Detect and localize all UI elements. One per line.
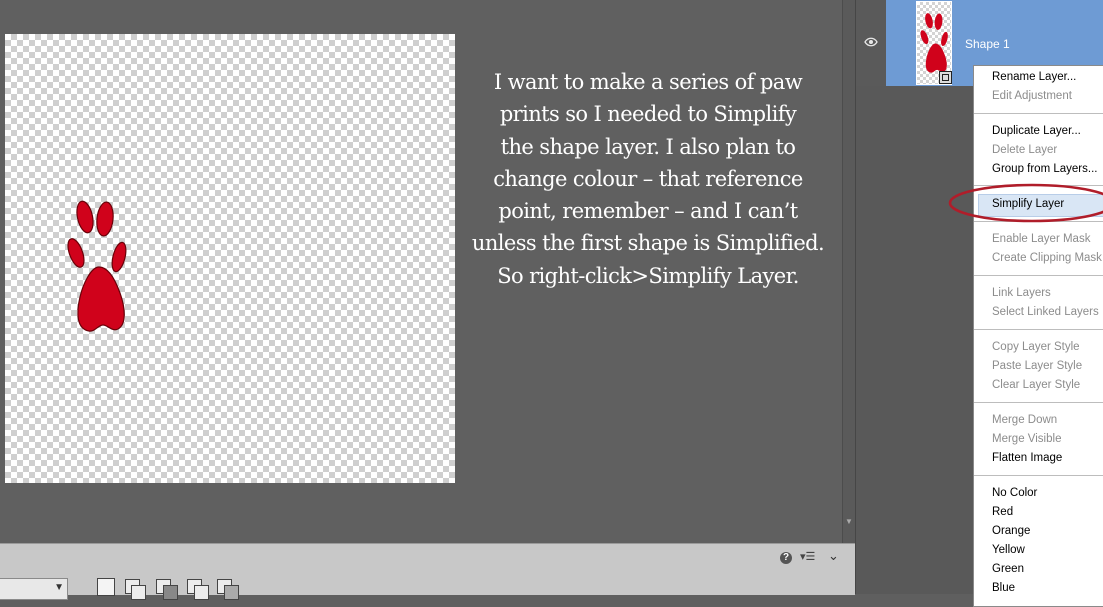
menu-item-rename-layer[interactable]: Rename Layer... [992, 71, 1076, 83]
new-shape-mode-button[interactable] [95, 576, 119, 598]
layer-context-menu: Rename Layer... Edit Adjustment Duplicat… [973, 65, 1103, 607]
chevron-down-icon: ▼ [54, 582, 64, 593]
options-dropdown[interactable]: ▼ [0, 578, 68, 600]
paw-print-shape[interactable] [63, 189, 129, 334]
scroll-down-arrow-icon[interactable]: ▼ [845, 517, 853, 526]
simplify-highlight-ring [948, 183, 1103, 223]
menu-separator [974, 475, 1103, 476]
menu-item-delete-layer[interactable]: Delete Layer [992, 144, 1057, 156]
menu-separator [974, 275, 1103, 276]
menu-separator [974, 113, 1103, 114]
menu-item-paste-layer-style[interactable]: Paste Layer Style [992, 360, 1082, 372]
menu-item-red[interactable]: Red [992, 506, 1013, 518]
menu-item-orange[interactable]: Orange [992, 525, 1030, 537]
intersect-shape-overlap-icon [194, 585, 209, 600]
annotation-text: I want to make a series of paw prints so… [462, 66, 834, 292]
menu-item-merge-visible[interactable]: Merge Visible [992, 433, 1061, 445]
subtract-shape-overlap-icon [163, 585, 178, 600]
menu-item-group-from-layers[interactable]: Group from Layers... [992, 163, 1097, 175]
vertical-scrollbar[interactable]: ▼ [842, 0, 855, 543]
menu-item-link-layers[interactable]: Link Layers [992, 287, 1051, 299]
menu-separator [974, 402, 1103, 403]
menu-item-merge-down[interactable]: Merge Down [992, 414, 1057, 426]
annotation-line: change colour – that reference [493, 166, 803, 191]
menu-item-enable-layer-mask[interactable]: Enable Layer Mask [992, 233, 1090, 245]
tool-options-bar: ▼ ? ▾☰ ⌄ [0, 543, 855, 600]
menu-item-edit-adjustment[interactable]: Edit Adjustment [992, 90, 1072, 102]
annotation-line: point, remember – and I can’t [498, 199, 798, 224]
menu-item-duplicate-layer[interactable]: Duplicate Layer... [992, 125, 1081, 137]
annotation-line: prints so I needed to Simplify [499, 102, 797, 127]
menu-separator [974, 329, 1103, 330]
menu-item-select-linked-layers[interactable]: Select Linked Layers [992, 306, 1099, 318]
document-canvas[interactable] [5, 34, 455, 483]
panel-menu-icon[interactable]: ▾☰ [800, 550, 815, 563]
document-workspace: I want to make a series of paw prints so… [0, 0, 842, 543]
chevron-down-icon[interactable]: ⌄ [828, 548, 839, 564]
paw-thumbnail-icon [920, 13, 948, 73]
menu-item-create-clipping-mask[interactable]: Create Clipping Mask [992, 252, 1102, 264]
exclude-shape-mode-button[interactable] [216, 576, 240, 600]
shape-layer-badge-icon [939, 71, 952, 84]
annotation-line: the shape layer. I also plan to [500, 134, 796, 159]
menu-item-copy-layer-style[interactable]: Copy Layer Style [992, 341, 1080, 353]
subtract-shape-mode-button[interactable] [155, 576, 179, 600]
intersect-shape-mode-button[interactable] [186, 576, 210, 600]
add-shape-mode-button[interactable] [124, 576, 148, 600]
menu-item-blue[interactable]: Blue [992, 582, 1015, 594]
menu-item-yellow[interactable]: Yellow [992, 544, 1025, 556]
annotation-line: unless the first shape is Simplified. [471, 231, 825, 256]
add-shape-overlap-icon [131, 585, 146, 600]
menu-item-no-color[interactable]: No Color [992, 487, 1037, 499]
help-icon[interactable]: ? [780, 552, 792, 564]
annotation-line: So right-click>Simplify Layer. [497, 263, 799, 288]
new-shape-icon [97, 578, 115, 596]
menu-item-clear-layer-style[interactable]: Clear Layer Style [992, 379, 1080, 391]
eye-icon[interactable] [864, 37, 878, 47]
menu-item-green[interactable]: Green [992, 563, 1024, 575]
exclude-shape-overlap-icon [224, 585, 239, 600]
layer-thumbnail [916, 1, 952, 85]
layer-name: Shape 1 [965, 37, 1010, 51]
menu-item-flatten-image[interactable]: Flatten Image [992, 452, 1062, 464]
annotation-line: I want to make a series of paw [493, 70, 803, 94]
